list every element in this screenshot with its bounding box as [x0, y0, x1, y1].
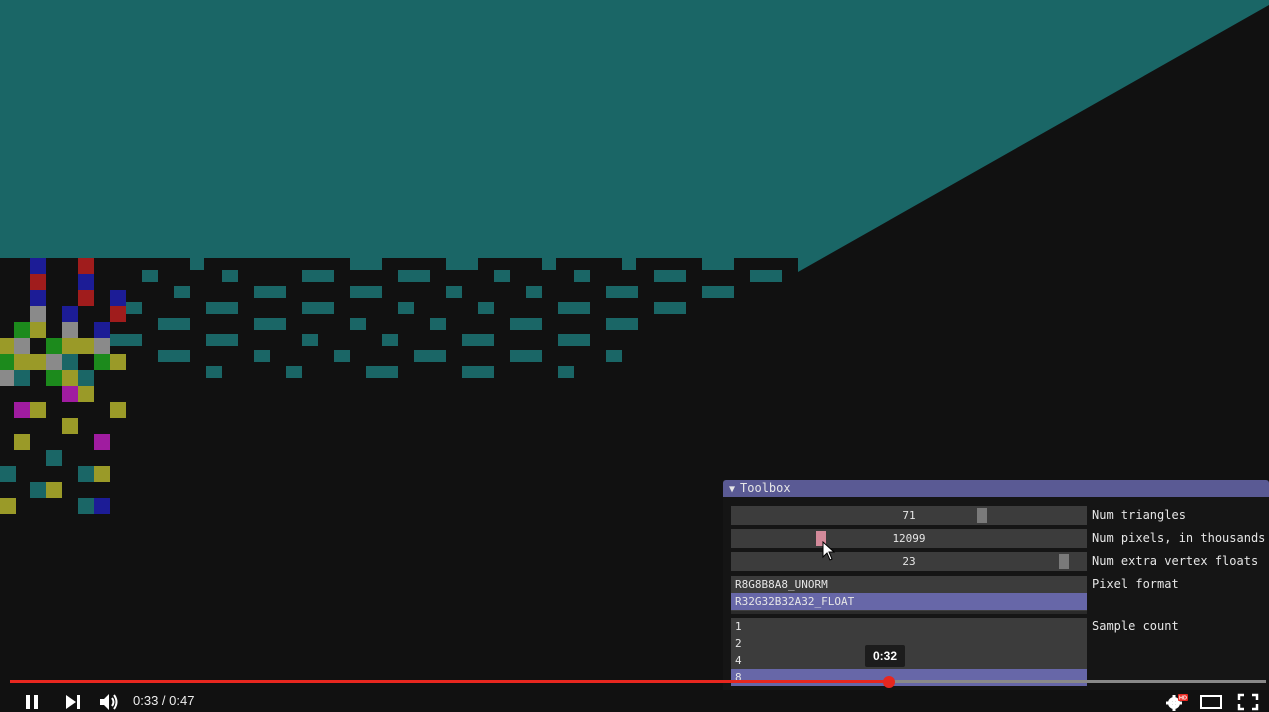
progress-played	[10, 680, 890, 683]
pixel-format-option[interactable]: R8G8B8A8_UNORM	[731, 576, 1087, 593]
mouse-cursor-icon	[822, 541, 836, 561]
pixels-label: Num pixels, in thousands	[1092, 531, 1266, 545]
sample-count-label: Sample count	[1092, 619, 1179, 633]
fullscreen-icon[interactable]	[1236, 692, 1260, 712]
extra-floats-value: 23	[902, 555, 916, 568]
pixels-value: 12099	[892, 532, 926, 545]
pixel-format-label: Pixel format	[1092, 577, 1179, 591]
next-icon[interactable]	[61, 692, 85, 712]
pause-icon[interactable]	[22, 692, 46, 712]
sample-count-option[interactable]: 2	[731, 635, 1087, 652]
video-controls: 0:33 / 0:47 HD	[0, 672, 1269, 712]
seek-tooltip: 0:32	[865, 645, 906, 667]
triangles-slider[interactable]: 71	[731, 506, 1087, 525]
extra-floats-label: Num extra vertex floats	[1092, 554, 1259, 568]
triangles-value: 71	[902, 509, 916, 522]
hd-badge: HD	[1179, 696, 1187, 702]
toolbox-title: Toolbox	[740, 481, 791, 495]
triangles-label: Num triangles	[1092, 508, 1186, 522]
pixel-format-listbox[interactable]: R8G8B8A8_UNORM R32G32B32A32_FLOAT	[731, 576, 1087, 614]
theater-mode-icon[interactable]	[1199, 692, 1223, 712]
settings-gear-icon[interactable]: HD	[1164, 692, 1188, 712]
progress-bar[interactable]	[10, 676, 1266, 688]
time-display: 0:33 / 0:47	[133, 693, 195, 708]
pixels-slider[interactable]: 12099	[731, 529, 1087, 548]
pixel-format-option-selected[interactable]: R32G32B32A32_FLOAT	[731, 593, 1087, 610]
collapse-arrow-icon[interactable]: ▼	[729, 484, 735, 495]
progress-scrubber[interactable]	[883, 676, 896, 688]
toolbox-title-bar[interactable]: ▼ Toolbox	[723, 480, 1269, 497]
extra-floats-slider[interactable]: 23	[731, 552, 1087, 571]
sample-count-option[interactable]: 1	[731, 618, 1087, 635]
toolbox-panel: ▼ Toolbox 71 Num triangles 12099 Num pixe…	[723, 480, 1269, 690]
volume-icon[interactable]	[97, 692, 121, 712]
sample-count-option[interactable]: 4	[731, 652, 1087, 669]
